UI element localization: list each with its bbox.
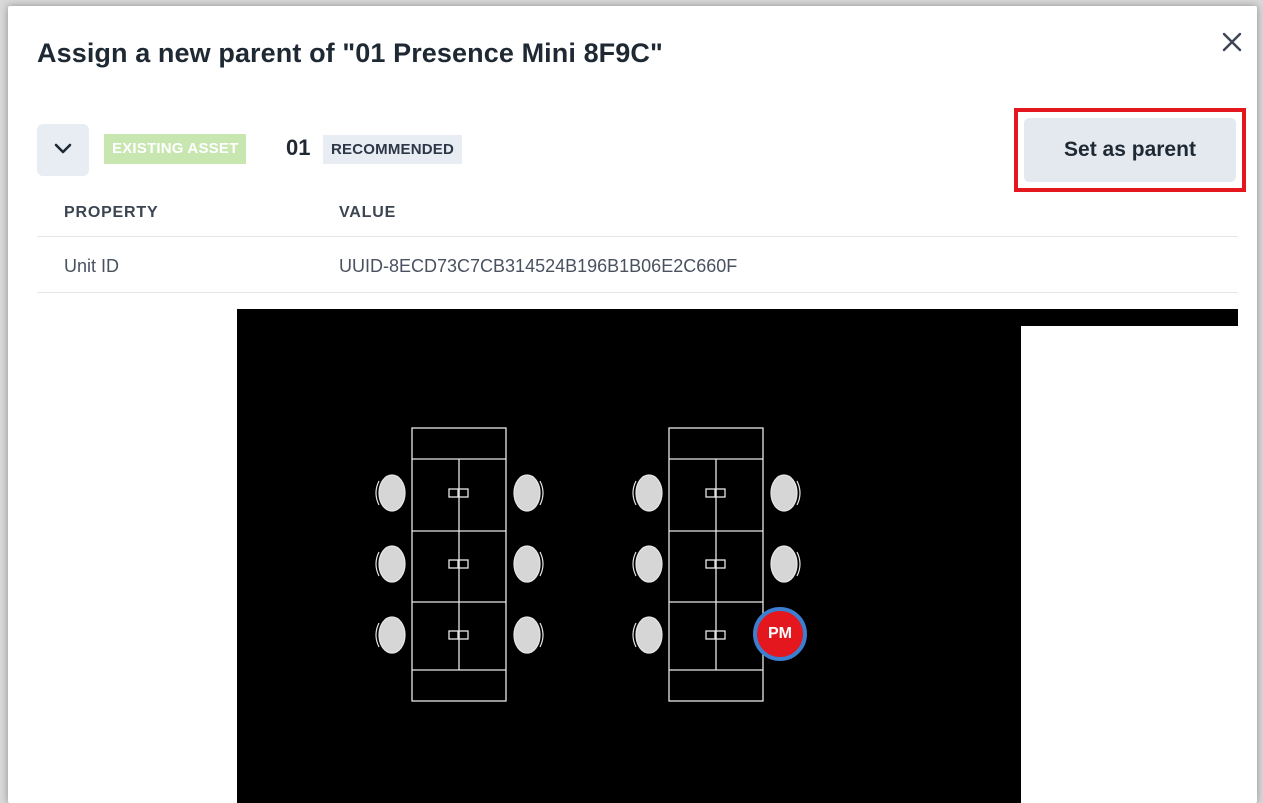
property-name-cell: Unit ID [64,256,120,276]
expand-toggle-button[interactable] [37,124,89,176]
chevron-down-icon [54,143,72,154]
close-icon[interactable] [1218,28,1246,56]
floorplan-view[interactable]: PM [237,309,1238,803]
floorplan-drawing [375,427,801,702]
row-divider [37,292,1238,293]
assign-parent-dialog: Assign a new parent of "01 Presence Mini… [8,6,1257,803]
asset-name: 01 [286,135,311,160]
header-divider [37,236,1238,237]
set-as-parent-button[interactable]: Set as parent [1024,118,1236,182]
column-header-value: VALUE [339,204,397,221]
dialog-title: Assign a new parent of "01 Presence Mini… [37,38,663,68]
property-value-cell: UUID-8ECD73C7CB314524B196B1B06E2C660F [339,256,738,276]
presence-mini-marker[interactable]: PM [753,607,807,661]
column-header-property: PROPERTY [64,204,159,221]
existing-asset-badge: EXISTING ASSET [104,134,247,164]
recommended-badge: RECOMMENDED [323,135,463,164]
floorplan-blank-area [1021,326,1238,803]
